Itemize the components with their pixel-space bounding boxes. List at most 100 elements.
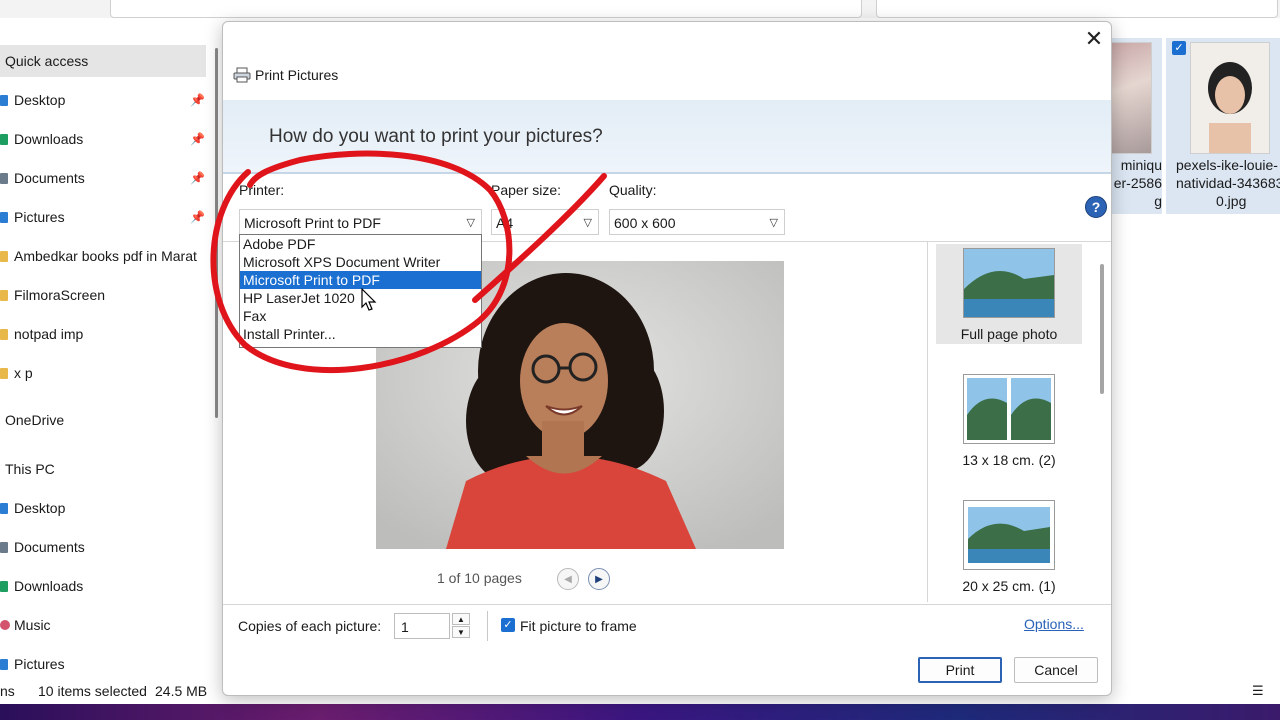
music-icon: [0, 620, 10, 630]
portrait-thumbnail: [1191, 43, 1269, 153]
pin-icon: 📌: [190, 171, 205, 185]
printer-option[interactable]: Adobe PDF: [240, 235, 481, 253]
sidebar-item-label: Ambedkar books pdf in Marat: [14, 248, 197, 264]
status-prefix: ns: [0, 683, 15, 699]
printer-select[interactable]: Microsoft Print to PDF ▽: [239, 209, 482, 235]
spin-up-icon[interactable]: ▲: [452, 613, 470, 625]
address-bar[interactable]: [110, 0, 862, 18]
sidebar-item-label: notpad imp: [14, 326, 84, 342]
sidebar-item-onedrive[interactable]: OneDrive: [0, 404, 206, 436]
sidebar-item-label: Downloads: [14, 578, 84, 594]
sidebar-item-label: Music: [14, 617, 51, 633]
sidebar-item-pc-desktop[interactable]: Desktop: [0, 492, 206, 524]
dialog-banner: How do you want to print your pictures?: [223, 100, 1111, 174]
pin-icon: 📌: [190, 210, 205, 224]
sidebar-item-x-p[interactable]: x p: [0, 357, 206, 389]
pictures-icon: [0, 659, 8, 670]
navigation-pane: Quick access Desktop 📌 Downloads 📌 Docum…: [0, 40, 212, 680]
checkbox-checked-icon[interactable]: ✓: [1172, 41, 1186, 55]
documents-icon: [0, 173, 8, 184]
paper-size-select[interactable]: A4 ▽: [491, 209, 599, 235]
desktop-folder-icon: [0, 503, 8, 514]
chevron-down-icon: ▽: [466, 217, 475, 229]
sidebar-item-this-pc[interactable]: This PC: [0, 453, 206, 485]
sidebar-item-notpad-imp[interactable]: notpad imp: [0, 318, 206, 350]
sidebar-item-pc-pictures[interactable]: Pictures: [0, 648, 206, 680]
copies-label: Copies of each picture:: [238, 618, 382, 634]
landscape-thumbnail-icon: [963, 500, 1055, 570]
copies-row: Copies of each picture: 1 ▲ ▼ ✓ Fit pict…: [223, 604, 1111, 649]
desktop-folder-icon: [0, 95, 8, 106]
status-selection-count: 10 items selected: [38, 683, 147, 699]
thumbnail-image: [1110, 42, 1152, 154]
layout-scrollbar[interactable]: [1100, 264, 1104, 394]
folder-icon: [0, 290, 8, 301]
sidebar-item-label: FilmoraScreen: [14, 287, 106, 303]
pin-icon: 📌: [190, 132, 205, 146]
page-count: 1 of 10 pages: [437, 570, 522, 586]
chevron-down-icon: ▽: [769, 217, 778, 229]
sidebar-item-documents[interactable]: Documents 📌: [0, 162, 206, 194]
explorer-toolbar: [0, 0, 1280, 18]
printer-option[interactable]: Microsoft XPS Document Writer: [240, 253, 481, 271]
printer-label: Printer:: [239, 182, 285, 198]
divider: [487, 611, 488, 641]
sidebar-item-label: Pictures: [14, 209, 65, 225]
sidebar-item-pc-documents[interactable]: Documents: [0, 531, 206, 563]
sidebar-item-music[interactable]: Music: [0, 609, 206, 641]
sidebar-item-label: Pictures: [14, 656, 65, 672]
folder-icon: [0, 368, 8, 379]
sidebar-item-ambedkar-books[interactable]: Ambedkar books pdf in Marat: [0, 240, 206, 272]
sidebar-item-pc-downloads[interactable]: Downloads: [0, 570, 206, 602]
search-box[interactable]: [876, 0, 1278, 18]
sidebar-item-downloads[interactable]: Downloads 📌: [0, 123, 206, 155]
documents-icon: [0, 542, 8, 553]
pictures-icon: [0, 212, 8, 223]
copies-input[interactable]: 1: [394, 613, 450, 639]
fit-picture-label: Fit picture to frame: [520, 618, 637, 634]
sidebar-item-desktop[interactable]: Desktop 📌: [0, 84, 206, 116]
quality-select[interactable]: 600 x 600 ▽: [609, 209, 785, 235]
mouse-cursor-icon: [361, 288, 377, 311]
landscape-thumbnail-icon: [963, 248, 1055, 318]
two-portrait-thumbnail-icon: [963, 374, 1055, 444]
cancel-button[interactable]: Cancel: [1014, 657, 1098, 683]
sidebar-item-label: x p: [14, 365, 33, 381]
dialog-title-text: Print Pictures: [255, 67, 339, 83]
previous-page-button[interactable]: ◀: [557, 568, 579, 590]
folder-icon: [0, 251, 8, 262]
print-button[interactable]: Print: [918, 657, 1002, 683]
layout-20x25[interactable]: 20 x 25 cm. (1): [936, 496, 1082, 596]
spin-down-icon[interactable]: ▼: [452, 626, 470, 638]
sidebar-item-filmorascreen[interactable]: FilmoraScreen: [0, 279, 206, 311]
dialog-title: Print Pictures: [233, 64, 338, 86]
close-icon[interactable]: ✕: [1081, 26, 1107, 52]
fit-picture-checkbox[interactable]: ✓: [501, 618, 515, 632]
thumbnail-image: [1190, 42, 1270, 154]
quality-label: Quality:: [609, 182, 657, 198]
sidebar-item-label: Documents: [14, 170, 85, 186]
layout-full-page-photo[interactable]: Full page photo: [936, 244, 1082, 344]
details-view-icon[interactable]: ☰: [1252, 684, 1268, 698]
layout-label: 20 x 25 cm. (1): [962, 578, 1056, 594]
printer-option[interactable]: Install Printer...: [240, 325, 481, 343]
sidebar-item-label: Downloads: [14, 131, 84, 147]
sidebar-item-label: Desktop: [14, 92, 66, 108]
downloads-icon: [0, 581, 8, 592]
printer-option-highlighted[interactable]: Microsoft Print to PDF: [240, 271, 481, 289]
sidebar-item-label: OneDrive: [5, 412, 65, 428]
paper-size-value: A4: [496, 215, 514, 231]
sidebar-item-label: Quick access: [5, 53, 89, 69]
sidebar-item-quick-access[interactable]: Quick access: [0, 45, 206, 77]
file-thumbnail-selected[interactable]: ✓ pexels-ike-louie- natividad-343683 0.j…: [1166, 38, 1280, 214]
downloads-icon: [0, 134, 8, 145]
next-page-button[interactable]: ▶: [588, 568, 610, 590]
sidebar-scrollbar[interactable]: [215, 48, 218, 418]
sidebar-item-pictures[interactable]: Pictures 📌: [0, 201, 206, 233]
status-selection-size: 24.5 MB: [155, 683, 208, 699]
dialog-question: How do you want to print your pictures?: [269, 126, 603, 147]
taskbar: [0, 704, 1280, 720]
options-link[interactable]: Options...: [1024, 616, 1084, 632]
help-icon[interactable]: ?: [1085, 196, 1107, 218]
layout-13x18[interactable]: 13 x 18 cm. (2): [936, 370, 1082, 470]
